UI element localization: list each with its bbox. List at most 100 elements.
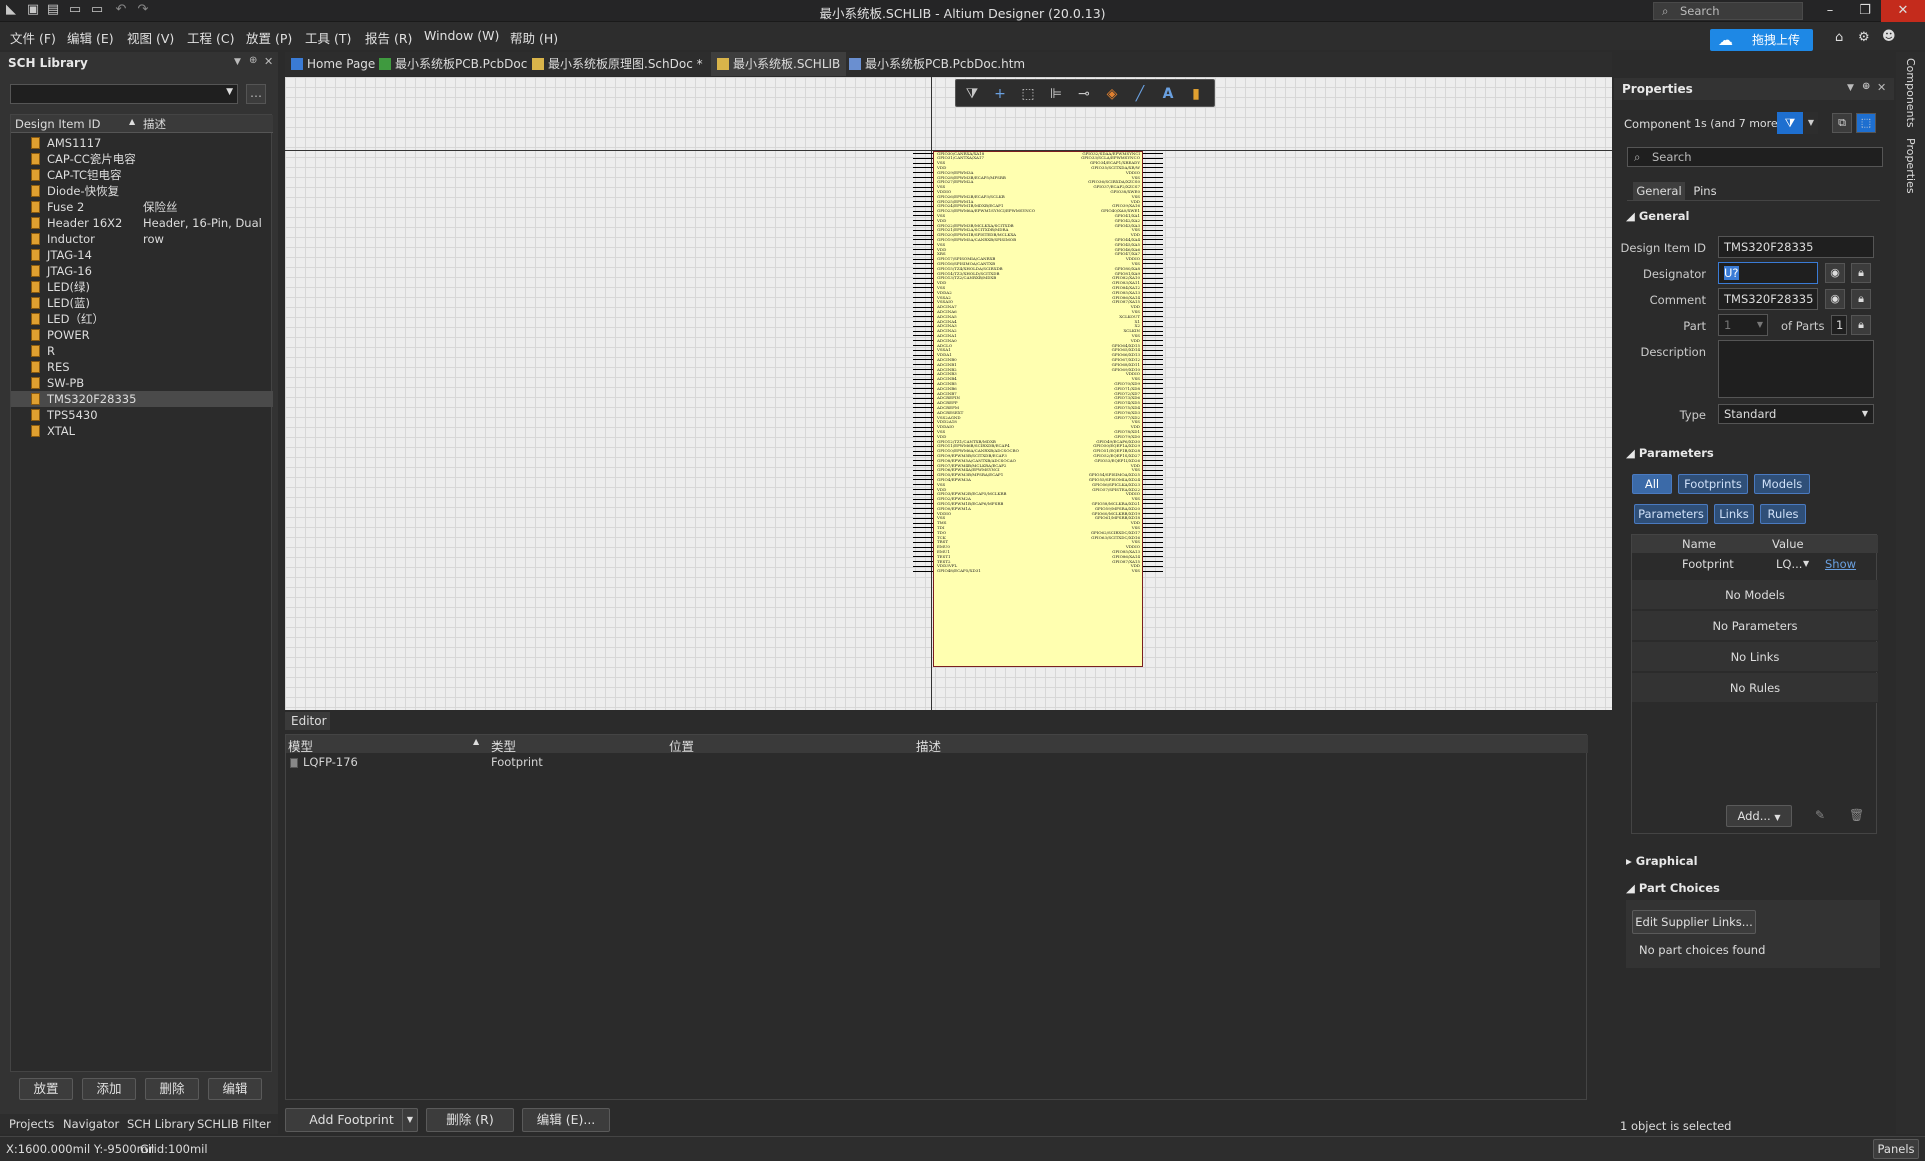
erase-icon[interactable]: ◈ <box>1102 84 1122 104</box>
list-item[interactable]: LED（红） <box>11 311 273 327</box>
home-icon[interactable]: ⌂ <box>1835 30 1843 45</box>
left-pin[interactable] <box>913 465 933 466</box>
panel-menu-icon[interactable]: ▼ <box>234 57 241 67</box>
left-pin[interactable] <box>913 249 933 250</box>
user-icon[interactable]: ☻ <box>1882 29 1896 44</box>
left-pin[interactable] <box>913 517 933 519</box>
left-pin[interactable] <box>913 306 933 308</box>
right-pin[interactable] <box>1143 388 1163 390</box>
left-pin[interactable] <box>913 565 933 567</box>
list-item[interactable]: SW-PB <box>11 375 273 391</box>
right-pin[interactable] <box>1143 225 1163 226</box>
left-pin[interactable] <box>913 493 933 495</box>
right-pin[interactable] <box>1143 354 1163 356</box>
pin-icon[interactable]: ⊕ <box>1862 81 1870 92</box>
menu-reports[interactable]: 报告 (R) <box>365 28 412 47</box>
left-pin[interactable] <box>913 335 933 337</box>
list-item[interactable]: POWER <box>11 327 273 343</box>
list-item[interactable]: XTAL <box>11 423 273 439</box>
type-select[interactable]: Standard ▼ <box>1718 404 1874 424</box>
tab-sch-library[interactable]: SCH Library <box>127 1117 195 1131</box>
right-pin[interactable] <box>1143 393 1163 394</box>
left-pin[interactable] <box>913 167 933 169</box>
left-pin[interactable] <box>913 311 933 313</box>
right-pin[interactable] <box>1143 479 1163 481</box>
right-pin[interactable] <box>1143 349 1163 351</box>
right-pin[interactable] <box>1143 364 1163 366</box>
place-pin-icon[interactable]: ⊸ <box>1074 84 1094 104</box>
show-link[interactable]: Show <box>1825 554 1856 574</box>
left-pin[interactable] <box>913 301 933 303</box>
left-pin[interactable] <box>913 388 933 390</box>
designator-field[interactable]: U? <box>1718 262 1818 284</box>
left-pin[interactable] <box>913 210 933 212</box>
right-pin[interactable] <box>1143 402 1163 404</box>
delete-button[interactable]: 删除 <box>145 1078 199 1100</box>
chevron-down-icon[interactable]: ▼ <box>1803 554 1809 574</box>
left-pin[interactable] <box>913 561 933 562</box>
section-graphical[interactable]: ▸ Graphical <box>1626 854 1698 868</box>
right-pin[interactable] <box>1143 181 1163 183</box>
right-pin[interactable] <box>1143 335 1163 337</box>
column-name[interactable]: Name <box>1682 537 1716 551</box>
left-pin[interactable] <box>913 316 933 318</box>
part-icon[interactable]: ▮ <box>1186 84 1206 104</box>
left-pin[interactable] <box>913 364 933 366</box>
delete-model-button[interactable]: 删除 (R) <box>426 1108 514 1132</box>
right-pin[interactable] <box>1143 301 1163 303</box>
visibility-eye-icon[interactable]: ◉ <box>1825 289 1845 309</box>
right-pin[interactable] <box>1143 517 1163 519</box>
filter-links-chip[interactable]: Links <box>1714 504 1754 524</box>
right-pin[interactable] <box>1143 306 1163 308</box>
list-item[interactable]: LED(绿) <box>11 279 273 295</box>
tab-home-page[interactable]: Home Page <box>285 52 381 76</box>
right-pin[interactable] <box>1143 321 1163 322</box>
right-pin[interactable] <box>1143 537 1163 538</box>
filter-footprints-chip[interactable]: Footprints <box>1678 474 1748 494</box>
left-pin[interactable] <box>913 426 933 428</box>
right-pin[interactable] <box>1143 551 1163 553</box>
left-pin[interactable] <box>913 225 933 226</box>
list-item[interactable]: AMS1117 <box>11 135 273 151</box>
right-pin[interactable] <box>1143 493 1163 495</box>
right-pin[interactable] <box>1143 441 1163 442</box>
add-parameter-button[interactable]: Add... ▼ <box>1726 805 1792 827</box>
left-pin[interactable] <box>913 373 933 375</box>
lock-icon[interactable]: 🔒︎ <box>1851 289 1871 309</box>
left-pin[interactable] <box>913 393 933 394</box>
left-pin[interactable] <box>913 431 933 433</box>
left-pin[interactable] <box>913 508 933 510</box>
left-pin[interactable] <box>913 469 933 471</box>
right-pin[interactable] <box>1143 277 1163 279</box>
right-pin[interactable] <box>1143 522 1163 524</box>
right-pin[interactable] <box>1143 546 1163 548</box>
filter-icon[interactable]: ⧩ <box>1777 112 1803 134</box>
panel-menu-icon[interactable]: ▼ <box>1847 83 1854 93</box>
align-icon[interactable]: ⊫ <box>1046 84 1066 104</box>
list-item[interactable]: Header 16X2 Header, 16-Pin, Dual row <box>11 215 273 246</box>
text-icon[interactable]: A <box>1158 84 1178 104</box>
left-pin[interactable] <box>913 421 933 423</box>
right-pin[interactable] <box>1143 489 1163 490</box>
description-field[interactable] <box>1718 340 1874 398</box>
close-icon[interactable]: ✕ <box>264 55 273 68</box>
right-pin[interactable] <box>1143 498 1163 500</box>
right-pin[interactable] <box>1143 229 1163 231</box>
list-item[interactable]: Fuse 2 保险丝 <box>11 199 273 215</box>
list-item[interactable]: R <box>11 343 273 359</box>
right-pin[interactable] <box>1143 431 1163 433</box>
left-pin[interactable] <box>913 474 933 476</box>
left-pin[interactable] <box>913 407 933 409</box>
global-search-input[interactable]: ⌕ Search <box>1653 2 1803 20</box>
left-pin[interactable] <box>913 450 933 452</box>
right-pin[interactable] <box>1143 570 1163 572</box>
tab-projects[interactable]: Projects <box>9 1117 54 1131</box>
left-pin[interactable] <box>913 455 933 457</box>
filter-parameters-chip[interactable]: Parameters <box>1634 504 1708 524</box>
trash-icon[interactable]: 🗑︎ <box>1849 808 1864 822</box>
right-pin[interactable] <box>1143 273 1163 274</box>
left-pin[interactable] <box>913 417 933 418</box>
tab-navigator[interactable]: Navigator <box>63 1117 119 1131</box>
right-pin[interactable] <box>1143 484 1163 486</box>
left-pin[interactable] <box>913 253 933 255</box>
